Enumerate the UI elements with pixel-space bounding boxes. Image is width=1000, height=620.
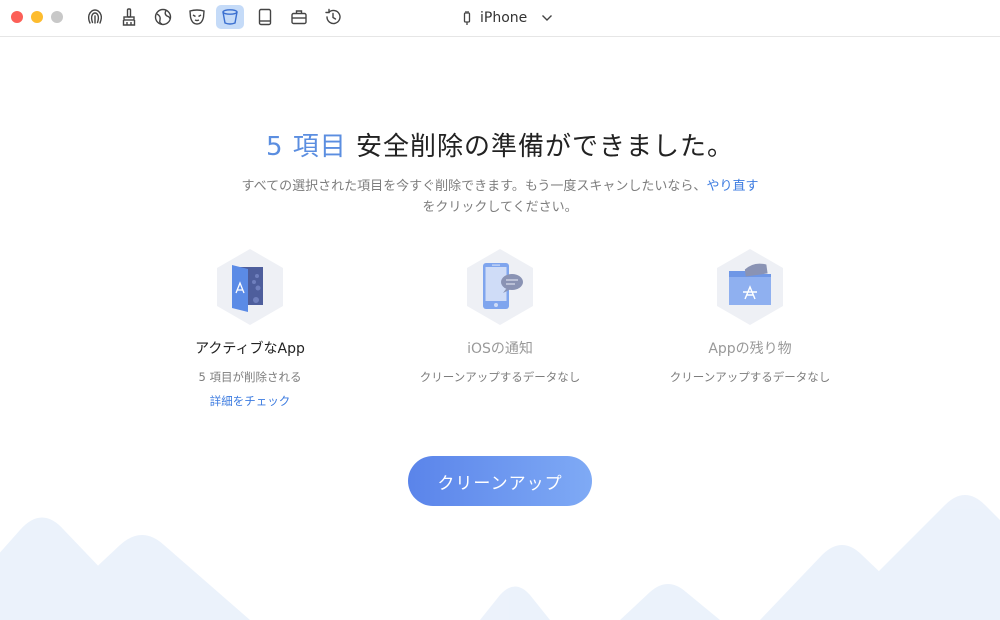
redo-link[interactable]: やり直す: [706, 179, 758, 194]
subtitle: すべての選択された項目を今すぐ削除できます。もう一度スキャンしたいなら、やり直す…: [0, 176, 1000, 218]
subtitle-line1: すべての選択された項目を今すぐ削除できます。もう一度スキャンしたいなら、: [241, 179, 707, 194]
card-title: アクティブなApp: [195, 341, 305, 357]
card-active-apps[interactable]: アクティブなApp 5 項目が削除される 詳細をチェック: [120, 248, 380, 409]
item-count: 5 項目: [265, 132, 347, 162]
fingerprint-icon[interactable]: [81, 5, 109, 29]
card-desc: 5 項目が削除される: [198, 370, 302, 384]
app-store-door-icon: [217, 249, 283, 325]
title-text: 安全削除の準備ができました。: [346, 132, 735, 162]
tablet-icon[interactable]: [251, 5, 279, 29]
device-name: iPhone: [480, 10, 528, 26]
card-desc: クリーンアップするデータなし: [419, 370, 581, 384]
history-icon[interactable]: [319, 5, 347, 29]
subtitle-line2: をクリックしてください。: [422, 200, 578, 215]
check-details-link[interactable]: 詳細をチェック: [120, 393, 380, 409]
toolbox-icon[interactable]: [285, 5, 313, 29]
card-app-leftovers[interactable]: Appの残り物 クリーンアップするデータなし: [620, 248, 880, 385]
card-title: Appの残り物: [708, 341, 792, 357]
close-window-button[interactable]: [11, 11, 23, 23]
card-desc: クリーンアップするデータなし: [669, 370, 831, 384]
phone-notification-icon: [467, 249, 533, 325]
title-bar: iPhone: [0, 0, 1000, 37]
bucket-icon[interactable]: [216, 5, 244, 29]
page-title: 5 項目 安全削除の準備ができました。: [0, 126, 1000, 163]
app-folder-icon: [717, 249, 783, 325]
mask-icon[interactable]: [183, 5, 211, 29]
card-ios-notifications[interactable]: iOSの通知 クリーンアップするデータなし: [370, 248, 630, 385]
zoom-window-button[interactable]: [51, 11, 63, 23]
clean-up-button[interactable]: クリーンアップ: [408, 456, 592, 506]
globe-icon[interactable]: [149, 5, 177, 29]
minimize-window-button[interactable]: [31, 11, 43, 23]
card-title: iOSの通知: [467, 341, 533, 357]
brush-icon[interactable]: [115, 5, 143, 29]
phone-cable-icon: [463, 11, 471, 25]
device-selector[interactable]: iPhone: [462, 8, 553, 28]
chevron-down-icon: [542, 15, 553, 21]
